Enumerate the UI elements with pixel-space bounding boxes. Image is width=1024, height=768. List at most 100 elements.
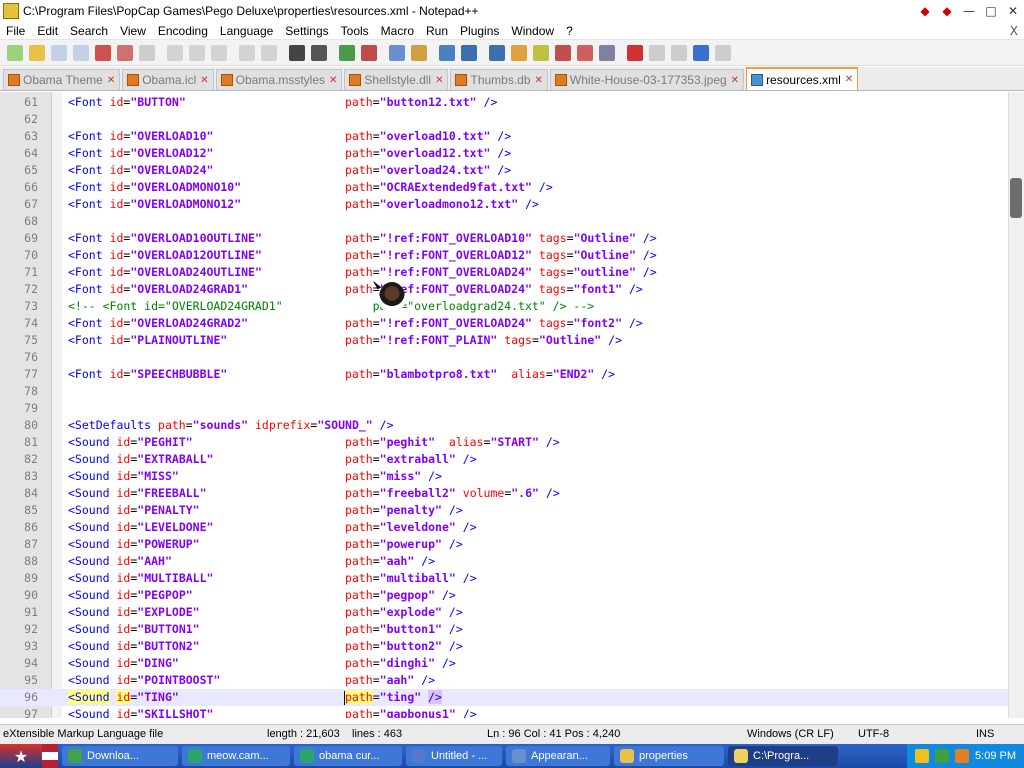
doc-map-icon[interactable]: [533, 44, 549, 61]
tab-close-icon[interactable]: ✕: [845, 74, 853, 85]
new-file-icon[interactable]: [7, 44, 23, 61]
taskbar-item-meow[interactable]: meow.cam...: [182, 746, 290, 766]
code-line: 83 <Sound id="MISS" path="miss" />: [0, 468, 1008, 485]
scrollbar-thumb[interactable]: [1010, 178, 1022, 218]
menu-macro[interactable]: Macro: [375, 24, 420, 38]
menu-plugins[interactable]: Plugins: [454, 24, 505, 38]
replace-icon[interactable]: [311, 44, 327, 61]
run-macro-multiple-icon[interactable]: [693, 44, 709, 61]
taskbar-item-appearance[interactable]: Appearan...: [506, 746, 610, 766]
paste-icon[interactable]: [211, 44, 227, 61]
code-text: <Sound id="PEGHIT" path="peghit" alias="…: [68, 435, 560, 449]
tab-obama-theme[interactable]: Obama Theme ✕: [3, 69, 121, 90]
favorite-icon-2[interactable]: ◆: [936, 4, 958, 18]
save-icon[interactable]: [51, 44, 67, 61]
line-number: 94: [24, 656, 38, 670]
line-number: 88: [24, 554, 38, 568]
code-line: 71 <Font id="OVERLOAD24OUTLINE" path="!re…: [0, 264, 1008, 281]
notepadpp-icon: [734, 749, 748, 763]
vertical-scrollbar[interactable]: [1008, 92, 1024, 718]
taskbar-item-untitled[interactable]: Untitled - ...: [406, 746, 502, 766]
menu-help[interactable]: ?: [560, 24, 579, 38]
close-window-button[interactable]: ✕: [1002, 3, 1024, 19]
monitoring-icon[interactable]: [599, 44, 615, 61]
status-insert-mode: INS: [976, 728, 995, 740]
menu-edit[interactable]: Edit: [31, 24, 64, 38]
editor-area[interactable]: 61 <Font id="BUTTON" path="button12.txt" …: [0, 92, 1008, 718]
tab-obama-icl[interactable]: Obama.icl ✕: [122, 69, 214, 90]
cut-icon[interactable]: [167, 44, 183, 61]
stop-macro-icon[interactable]: [649, 44, 665, 61]
find-icon[interactable]: [289, 44, 305, 61]
redo-icon[interactable]: [261, 44, 277, 61]
menu-settings[interactable]: Settings: [279, 24, 334, 38]
menu-tools[interactable]: Tools: [335, 24, 375, 38]
udl-icon[interactable]: [511, 44, 527, 61]
function-list-icon[interactable]: [555, 44, 571, 61]
menu-encoding[interactable]: Encoding: [152, 24, 214, 38]
tab-white-house-jpeg[interactable]: White-House-03-177353.jpeg ✕: [549, 69, 745, 90]
code-line: 79: [0, 400, 1008, 417]
line-number: 81: [24, 435, 38, 449]
copy-icon[interactable]: [189, 44, 205, 61]
code-line: 93 <Sound id="BUTTON2" path="button2" />: [0, 638, 1008, 655]
favorite-icon[interactable]: ◆: [914, 4, 936, 18]
open-file-icon[interactable]: [29, 44, 45, 61]
tray-shield-icon[interactable]: [915, 749, 930, 763]
close-icon[interactable]: [95, 44, 111, 61]
start-button[interactable]: ★: [0, 744, 42, 768]
code-text: <Font id="OVERLOAD10OUTLINE" path="!ref:…: [68, 231, 657, 245]
tab-close-icon[interactable]: ✕: [535, 75, 543, 86]
tab-close-icon[interactable]: ✕: [329, 75, 337, 86]
save-all-icon[interactable]: [73, 44, 89, 61]
tray-volume-icon[interactable]: [955, 749, 970, 763]
taskbar-item-obama-cur[interactable]: obama cur...: [294, 746, 402, 766]
undo-icon[interactable]: [239, 44, 255, 61]
minimize-button[interactable]: —: [958, 3, 980, 19]
line-number: 78: [24, 384, 38, 398]
taskbar: ★ Downloa... meow.cam... obama cur... Un…: [0, 744, 1024, 768]
taskbar-item-notepadpp[interactable]: C:\Progra...: [728, 746, 838, 766]
code-line: 78: [0, 383, 1008, 400]
taskbar-item-download[interactable]: Downloa...: [62, 746, 178, 766]
tab-close-icon[interactable]: ✕: [731, 75, 739, 86]
taskbar-item-properties[interactable]: properties: [614, 746, 724, 766]
show-all-chars-icon[interactable]: [461, 44, 477, 61]
play-macro-icon[interactable]: [671, 44, 687, 61]
code-line: 68: [0, 213, 1008, 230]
record-macro-icon[interactable]: [627, 44, 643, 61]
obama-cursor-avatar: [379, 282, 405, 312]
indent-guide-icon[interactable]: [489, 44, 505, 61]
menu-file[interactable]: File: [0, 24, 31, 38]
tab-resources-xml[interactable]: resources.xml ✕: [746, 67, 859, 90]
sync-horizontal-icon[interactable]: [411, 44, 427, 61]
code-line: 80 <SetDefaults path="sounds" idprefix="S…: [0, 417, 1008, 434]
menu-view[interactable]: View: [114, 24, 152, 38]
close-all-icon[interactable]: [117, 44, 133, 61]
status-lines: lines : 463: [352, 728, 403, 740]
menu-run[interactable]: Run: [420, 24, 454, 38]
zoom-in-icon[interactable]: [339, 44, 355, 61]
menu-window[interactable]: Window: [505, 24, 560, 38]
code-line: 85 <Sound id="PENALTY" path="penalty" />: [0, 502, 1008, 519]
print-icon[interactable]: [139, 44, 155, 61]
tray-network-icon[interactable]: [935, 749, 950, 763]
maximize-button[interactable]: □: [980, 3, 1002, 19]
close-document-button[interactable]: X: [1010, 24, 1018, 38]
sync-vertical-icon[interactable]: [389, 44, 405, 61]
folder-workspace-icon[interactable]: [577, 44, 593, 61]
tab-close-icon[interactable]: ✕: [107, 75, 115, 86]
tab-obama-msstyles[interactable]: Obama.msstyles ✕: [215, 69, 343, 90]
save-macro-icon[interactable]: [715, 44, 731, 61]
code-line: 77 <Font id="SPEECHBUBBLE" path="blambotp…: [0, 366, 1008, 383]
tab-close-icon[interactable]: ✕: [200, 75, 208, 86]
menu-language[interactable]: Language: [214, 24, 279, 38]
tab-thumbs-db[interactable]: Thumbs.db ✕: [450, 69, 548, 90]
menu-search[interactable]: Search: [64, 24, 114, 38]
zoom-out-icon[interactable]: [361, 44, 377, 61]
status-length: length : 21,603: [267, 728, 340, 740]
tab-shellstyle-dll[interactable]: Shellstyle.dll ✕: [344, 69, 449, 90]
word-wrap-icon[interactable]: [439, 44, 455, 61]
code-line: 74 <Font id="OVERLOAD24GRAD2" path="!ref:…: [0, 315, 1008, 332]
tab-close-icon[interactable]: ✕: [435, 75, 443, 86]
